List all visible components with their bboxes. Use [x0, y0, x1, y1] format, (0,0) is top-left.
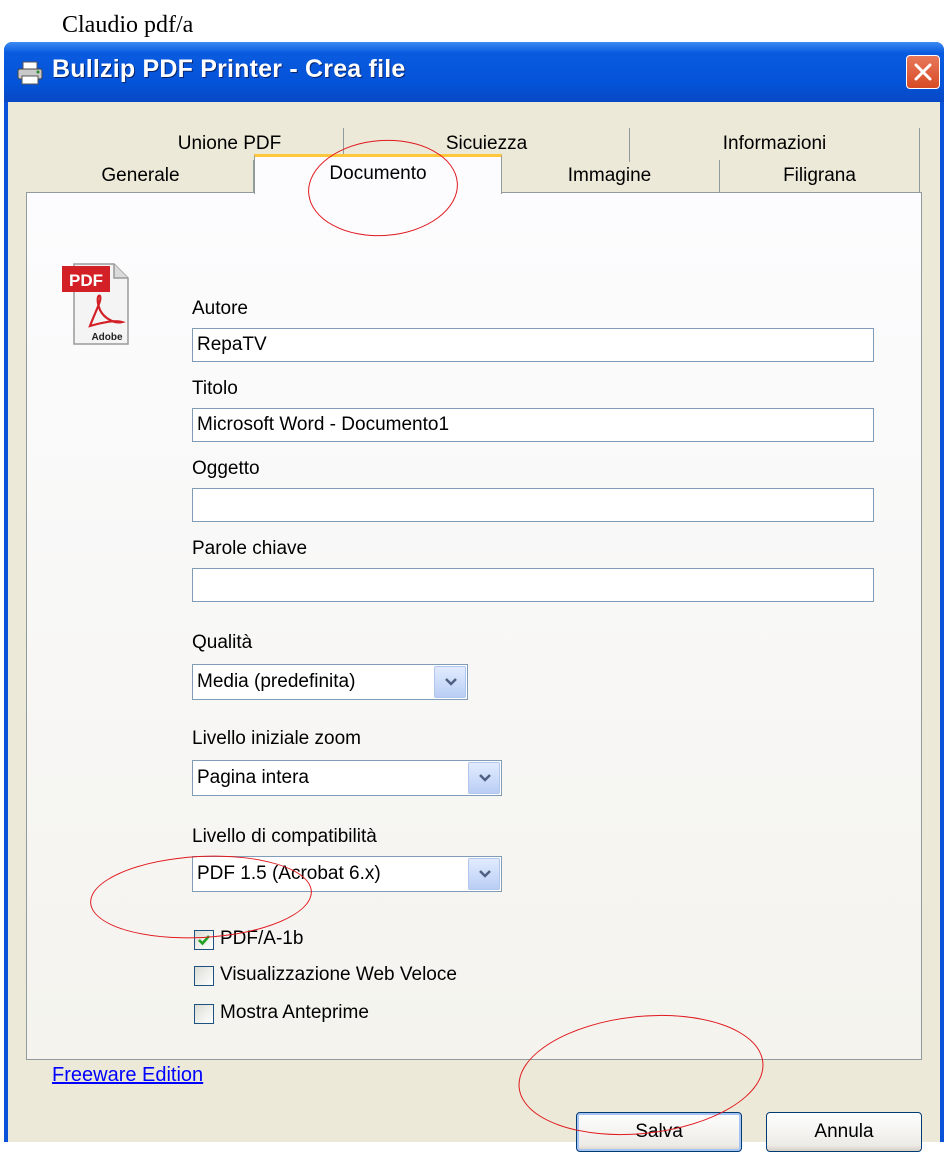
author-input[interactable]: RepaTV [192, 328, 874, 362]
fast-web-view-label[interactable]: Visualizzazione Web Veloce [220, 964, 457, 986]
chevron-down-icon [445, 678, 457, 686]
zoom-select[interactable]: Pagina intera [192, 760, 502, 796]
zoom-select-value: Pagina intera [197, 767, 309, 788]
fast-web-view-checkbox[interactable] [194, 966, 214, 986]
compatibility-label: Livello di compatibilità [192, 826, 377, 847]
subject-input[interactable] [192, 488, 874, 522]
keywords-input[interactable] [192, 568, 874, 602]
image-caption: Claudio pdf/a [62, 12, 194, 38]
freeware-edition-link[interactable]: Freeware Edition [52, 1064, 203, 1087]
pdf-file-icon: PDF Adobe [62, 263, 129, 345]
printer-icon [17, 61, 43, 85]
adobe-brand-text: Adobe [91, 332, 123, 343]
quality-label: Qualità [192, 632, 253, 653]
title-bar[interactable]: Bullzip PDF Printer - Crea file [4, 42, 944, 102]
tab-informazioni[interactable]: Informazioni [630, 128, 920, 162]
show-thumbnails-checkbox[interactable] [194, 1004, 214, 1024]
compatibility-dropdown-button[interactable] [468, 858, 500, 890]
tab-generale[interactable]: Generale [28, 160, 254, 194]
title-input[interactable]: Microsoft Word - Documento1 [192, 408, 874, 442]
zoom-dropdown-button[interactable] [468, 762, 500, 794]
cancel-button[interactable]: Annula [766, 1112, 922, 1152]
close-button[interactable] [906, 55, 940, 89]
dialog-window: Bullzip PDF Printer - Crea file Unione P… [4, 42, 944, 1152]
window-title: Bullzip PDF Printer - Crea file [52, 55, 406, 83]
quality-select[interactable]: Media (predefinita) [192, 664, 468, 700]
chevron-down-icon [479, 870, 491, 878]
dialog-client-area: Unione PDF Sicuiezza Informazioni Genera… [8, 102, 940, 1152]
subject-label: Oggetto [192, 458, 260, 479]
tab-filigrana[interactable]: Filigrana [720, 160, 920, 194]
close-icon [914, 63, 932, 81]
pdf-badge-text: PDF [69, 271, 103, 290]
keywords-label: Parole chiave [192, 538, 308, 559]
tab-immagine[interactable]: Immagine [500, 160, 720, 194]
quality-select-value: Media (predefinita) [197, 671, 356, 692]
show-thumbnails-label[interactable]: Mostra Anteprime [220, 1002, 369, 1024]
chevron-down-icon [479, 774, 491, 782]
zoom-label: Livello iniziale zoom [192, 728, 361, 749]
quality-dropdown-button[interactable] [434, 666, 466, 698]
author-label: Autore [192, 298, 248, 319]
title-label: Titolo [192, 378, 238, 399]
